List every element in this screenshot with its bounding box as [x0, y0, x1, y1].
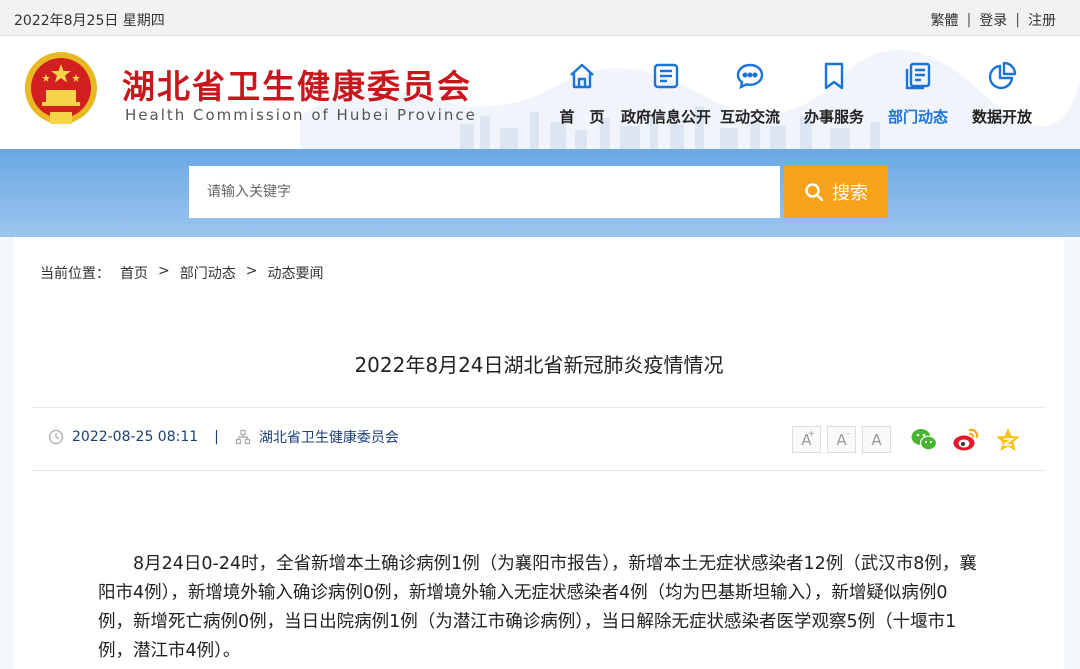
nav-label: 首 页 — [559, 108, 605, 126]
site-title: 湖北省卫生健康委员会 — [122, 67, 472, 106]
nav-label: 办事服务 — [803, 108, 864, 126]
wechat-icon[interactable] — [910, 426, 938, 454]
nav-label: 互动交流 — [719, 108, 780, 126]
nav-item-department-news[interactable]: 部门动态 — [876, 56, 960, 136]
breadcrumb-home[interactable]: 首页 — [120, 263, 148, 283]
main-nav: 首 页 政府信息公开 互动交流 办事服务 部门动态 数据开放 — [540, 56, 1044, 136]
nav-label: 部门动态 — [887, 108, 948, 126]
register-link[interactable]: 注册 — [1028, 10, 1056, 30]
nav-label: 政府信息公开 — [621, 108, 712, 126]
separator: | — [966, 12, 972, 28]
site-subtitle: Health Commission of Hubei Province — [125, 106, 477, 124]
font-size-default-button[interactable]: A — [862, 426, 891, 453]
breadcrumb-news-highlights[interactable]: 动态要闻 — [267, 263, 323, 283]
share-tools — [910, 426, 1022, 454]
search-icon — [805, 183, 824, 202]
search-bar-section: 搜索 — [0, 149, 1080, 237]
font-size-label: A — [871, 430, 882, 449]
font-size-increase-button[interactable]: A + — [792, 426, 821, 453]
clock-icon — [48, 429, 64, 445]
breadcrumb-department-news[interactable]: 部门动态 — [180, 263, 236, 283]
font-size-sup: - — [846, 429, 850, 439]
nav-item-open-data[interactable]: 数据开放 — [960, 56, 1044, 136]
publish-datetime: 2022-08-25 08:11 — [72, 429, 199, 445]
nav-item-services[interactable]: 办事服务 — [792, 56, 876, 136]
search-input[interactable] — [189, 166, 780, 218]
article-title: 2022年8月24日湖北省新冠肺炎疫情情况 — [354, 353, 724, 377]
separator: | — [1015, 12, 1020, 28]
article-container: 当前位置： 首页 > 部门动态 > 动态要闻 2022年8月24日湖北省新冠肺炎… — [14, 237, 1064, 669]
breadcrumb-separator: > — [245, 263, 258, 279]
organization-icon — [235, 429, 250, 445]
search-button[interactable]: 搜索 — [784, 166, 888, 218]
nav-item-gov-info[interactable]: 政府信息公开 — [621, 56, 712, 136]
nav-item-home[interactable]: 首 页 — [540, 56, 624, 136]
bookmark-icon — [824, 62, 844, 90]
nav-item-interaction[interactable]: 互动交流 — [708, 56, 792, 136]
breadcrumb: 当前位置： 首页 > 部门动态 > 动态要闻 — [40, 263, 323, 283]
font-size-decrease-button[interactable]: A- — [827, 426, 856, 453]
font-size-label: A — [836, 430, 847, 449]
national-emblem-logo — [25, 52, 97, 124]
weibo-icon[interactable] — [952, 426, 980, 454]
chat-icon — [736, 63, 764, 90]
current-date: 2022年8月25日 星期四 — [14, 13, 165, 29]
traditional-chinese-link[interactable]: 繁體 — [931, 10, 959, 30]
separator: | — [214, 429, 219, 445]
top-bar: 2022年8月25日 星期四 繁體 | 登录 | 注册 — [0, 0, 1080, 36]
article-source: 湖北省卫生健康委员会 — [258, 430, 399, 446]
pie-chart-icon — [988, 61, 1017, 90]
nav-label: 数据开放 — [971, 108, 1032, 126]
home-icon — [570, 63, 594, 89]
article-meta: 2022-08-25 08:11 | 湖北省卫生健康委员会 — [48, 427, 399, 447]
qzone-icon[interactable] — [994, 426, 1022, 454]
font-size-sup: + — [807, 429, 815, 439]
font-size-tools: A + A- A — [792, 426, 891, 453]
site-header: 湖北省卫生健康委员会 Health Commission of Hubei Pr… — [0, 36, 1080, 149]
divider — [32, 407, 1046, 408]
breadcrumb-separator: > — [158, 263, 170, 279]
search-button-label: 搜索 — [832, 183, 868, 204]
news-icon — [905, 62, 931, 90]
document-icon — [653, 63, 679, 89]
article-body: 8月24日0-24时，全省新增本土确诊病例1例（为襄阳市报告），新增本土无症状感… — [98, 554, 977, 661]
divider — [32, 470, 1046, 471]
top-links: 繁體 | 登录 | 注册 — [931, 10, 1056, 30]
breadcrumb-prefix: 当前位置： — [40, 266, 110, 282]
login-link[interactable]: 登录 — [979, 10, 1007, 30]
